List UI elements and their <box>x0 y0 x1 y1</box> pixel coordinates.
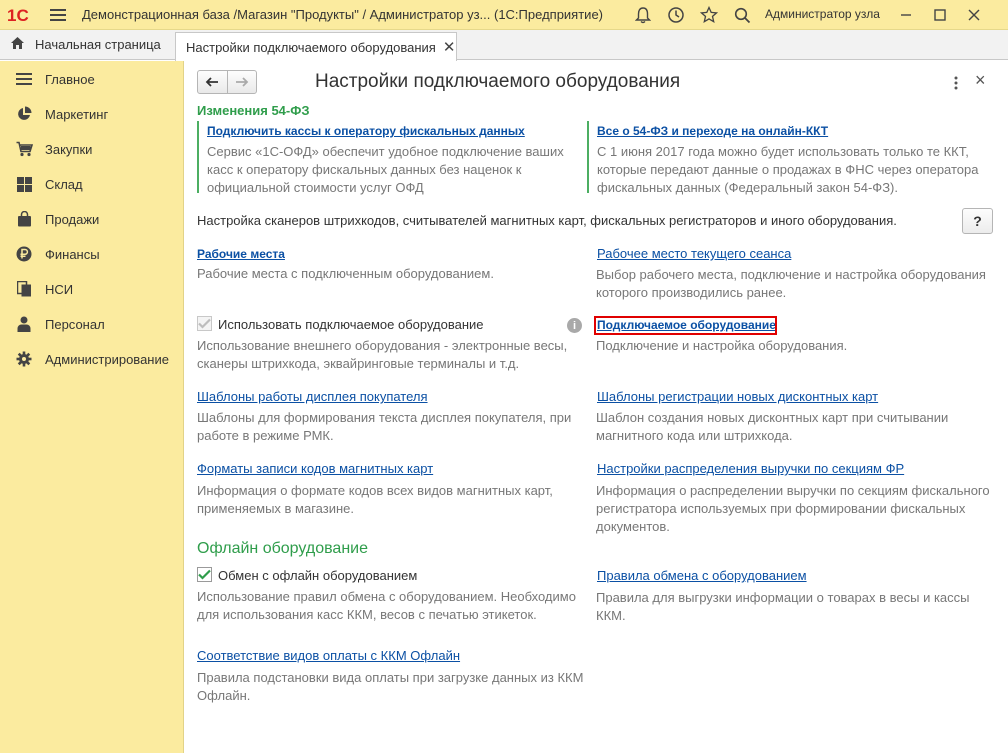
sidebar-item-label: Склад <box>45 176 83 192</box>
equipment-desc: Подключение и настройка оборудования. <box>596 338 848 353</box>
forward-arrow-icon[interactable] <box>226 71 256 93</box>
1c-logo-icon: 1С <box>6 0 36 30</box>
fz54-heading: Изменения 54-ФЗ <box>197 103 310 118</box>
sidebar-item-finance[interactable]: Финансы <box>0 239 184 269</box>
sidebar-item-administration[interactable]: Администрирование <box>0 344 184 374</box>
payment-types-link[interactable]: Соответствие видов оплаты с ККМ Офлайн <box>197 648 460 663</box>
workplaces-desc: Рабочие места с подключенным оборудовани… <box>197 266 494 281</box>
main-menu-icon[interactable] <box>46 3 70 27</box>
tab-bar: Начальная страница Настройки подключаемо… <box>0 30 1008 61</box>
sidebar-item-sales[interactable]: Продажи <box>0 204 184 234</box>
revenue-sections-link[interactable]: Настройки распределения выручки по секци… <box>597 461 904 476</box>
page-title: Настройки подключаемого оборудования <box>315 71 681 92</box>
sidebar-item-warehouse[interactable]: Склад <box>0 169 184 199</box>
tab-active-label: Настройки подключаемого оборудования <box>186 39 436 55</box>
bell-icon[interactable] <box>632 4 654 26</box>
back-arrow-icon[interactable] <box>198 71 227 93</box>
sidebar-item-label: Персонал <box>45 316 105 332</box>
nav-buttons <box>197 70 257 94</box>
sidebar-item-label: Закупки <box>45 141 93 157</box>
sidebar-item-label: Администрирование <box>45 351 169 367</box>
help-button[interactable]: ? <box>962 208 993 234</box>
person-icon <box>14 314 34 334</box>
connect-ofd-desc: Сервис «1С-ОФД» обеспечит удобное подклю… <box>207 144 564 195</box>
tab-close-icon[interactable]: ✕ <box>443 40 456 55</box>
checkmark-icon <box>198 318 211 329</box>
display-templates-desc: Шаблоны для формирования текста дисплея … <box>197 410 572 443</box>
sidebar: Главное Маркетинг Закупки Склад Продажи … <box>0 61 184 753</box>
revenue-sections-desc: Информация о распределении выручки по се… <box>596 483 990 534</box>
logo-text: 1С <box>7 6 29 24</box>
current-user[interactable]: Администратор узла <box>765 7 880 21</box>
magcard-formats-link[interactable]: Форматы записи кодов магнитных карт <box>197 461 433 476</box>
menu-lines-icon <box>14 69 34 89</box>
minimize-icon[interactable] <box>895 4 917 26</box>
tab-home[interactable]: Начальная страница <box>0 30 170 59</box>
checkmark-icon <box>198 569 211 580</box>
discount-templates-desc: Шаблон создания новых дисконтных карт пр… <box>596 410 949 443</box>
offline-exchange-label[interactable]: Обмен с офлайн оборудованием <box>218 568 417 583</box>
sidebar-item-label: Продажи <box>45 211 100 227</box>
workplaces-link[interactable]: Рабочие места <box>197 247 285 261</box>
grid-icon <box>14 174 34 194</box>
sidebar-item-nsi[interactable]: НСИ <box>0 274 184 304</box>
use-equipment-desc: Использование внешнего оборудования - эл… <box>197 338 568 371</box>
tab-home-label: Начальная страница <box>35 37 161 52</box>
bag-icon <box>14 209 34 229</box>
gear-icon <box>14 349 34 369</box>
use-equipment-checkbox[interactable] <box>197 316 212 331</box>
more-vertical-icon[interactable] <box>949 73 963 93</box>
highlight-frame <box>594 316 777 335</box>
maximize-icon[interactable] <box>929 4 951 26</box>
exchange-rules-link[interactable]: Правила обмена с оборудованием <box>597 568 807 583</box>
offline-heading: Офлайн оборудование <box>197 540 368 557</box>
current-workplace-desc: Выбор рабочего места, подключение и наст… <box>596 267 986 300</box>
home-icon <box>10 36 25 53</box>
sidebar-item-label: НСИ <box>45 281 74 297</box>
use-equipment-label[interactable]: Использовать подключаемое оборудование <box>218 317 484 332</box>
sidebar-item-marketing[interactable]: Маркетинг <box>0 99 184 129</box>
sidebar-item-main[interactable]: Главное <box>0 64 184 94</box>
about-54fz-link[interactable]: Все о 54-ФЗ и переходе на онлайн-ККТ <box>597 124 828 138</box>
history-icon[interactable] <box>665 4 687 26</box>
discount-templates-link[interactable]: Шаблоны регистрации новых дисконтных кар… <box>597 389 878 404</box>
sidebar-item-purchases[interactable]: Закупки <box>0 134 184 164</box>
payment-types-desc: Правила подстановки вида оплаты при загр… <box>197 670 584 703</box>
content-area: Настройки подключаемого оборудования × И… <box>185 61 1008 753</box>
current-workplace-link[interactable]: Рабочее место текущего сеанса <box>597 246 791 261</box>
connect-ofd-link[interactable]: Подключить кассы к оператору фискальных … <box>207 124 525 138</box>
fz54-right-bar <box>587 121 589 193</box>
sidebar-item-label: Маркетинг <box>45 106 109 122</box>
close-form-icon[interactable]: × <box>975 71 986 89</box>
title-bar: 1С Демонстрационная база /Магазин "Проду… <box>0 0 1008 30</box>
about-54fz-desc: С 1 июня 2017 года можно будет использов… <box>597 144 979 195</box>
search-icon[interactable] <box>731 4 753 26</box>
documents-icon <box>14 279 34 299</box>
window-title: Демонстрационная база /Магазин "Продукты… <box>82 7 603 22</box>
magcard-formats-desc: Информация о формате кодов всех видов ма… <box>197 483 553 516</box>
offline-exchange-desc: Использование правил обмена с оборудован… <box>197 589 576 622</box>
exchange-rules-desc: Правила для выгрузки информации о товара… <box>596 590 970 623</box>
tab-equipment-settings[interactable]: Настройки подключаемого оборудования ✕ <box>175 32 457 61</box>
intro-text: Настройка сканеров штрихкодов, считывате… <box>197 213 897 228</box>
fz54-left-bar <box>197 121 199 193</box>
sidebar-item-personnel[interactable]: Персонал <box>0 309 184 339</box>
pie-chart-icon <box>14 104 34 124</box>
ruble-coin-icon <box>14 244 34 264</box>
sidebar-item-label: Главное <box>45 71 95 87</box>
display-templates-link[interactable]: Шаблоны работы дисплея покупателя <box>197 389 428 404</box>
close-window-icon[interactable] <box>963 4 985 26</box>
offline-exchange-checkbox[interactable] <box>197 567 212 582</box>
cart-icon <box>14 139 34 159</box>
star-icon[interactable] <box>698 4 720 26</box>
sidebar-item-label: Финансы <box>45 246 100 262</box>
info-icon[interactable]: i <box>567 318 582 333</box>
